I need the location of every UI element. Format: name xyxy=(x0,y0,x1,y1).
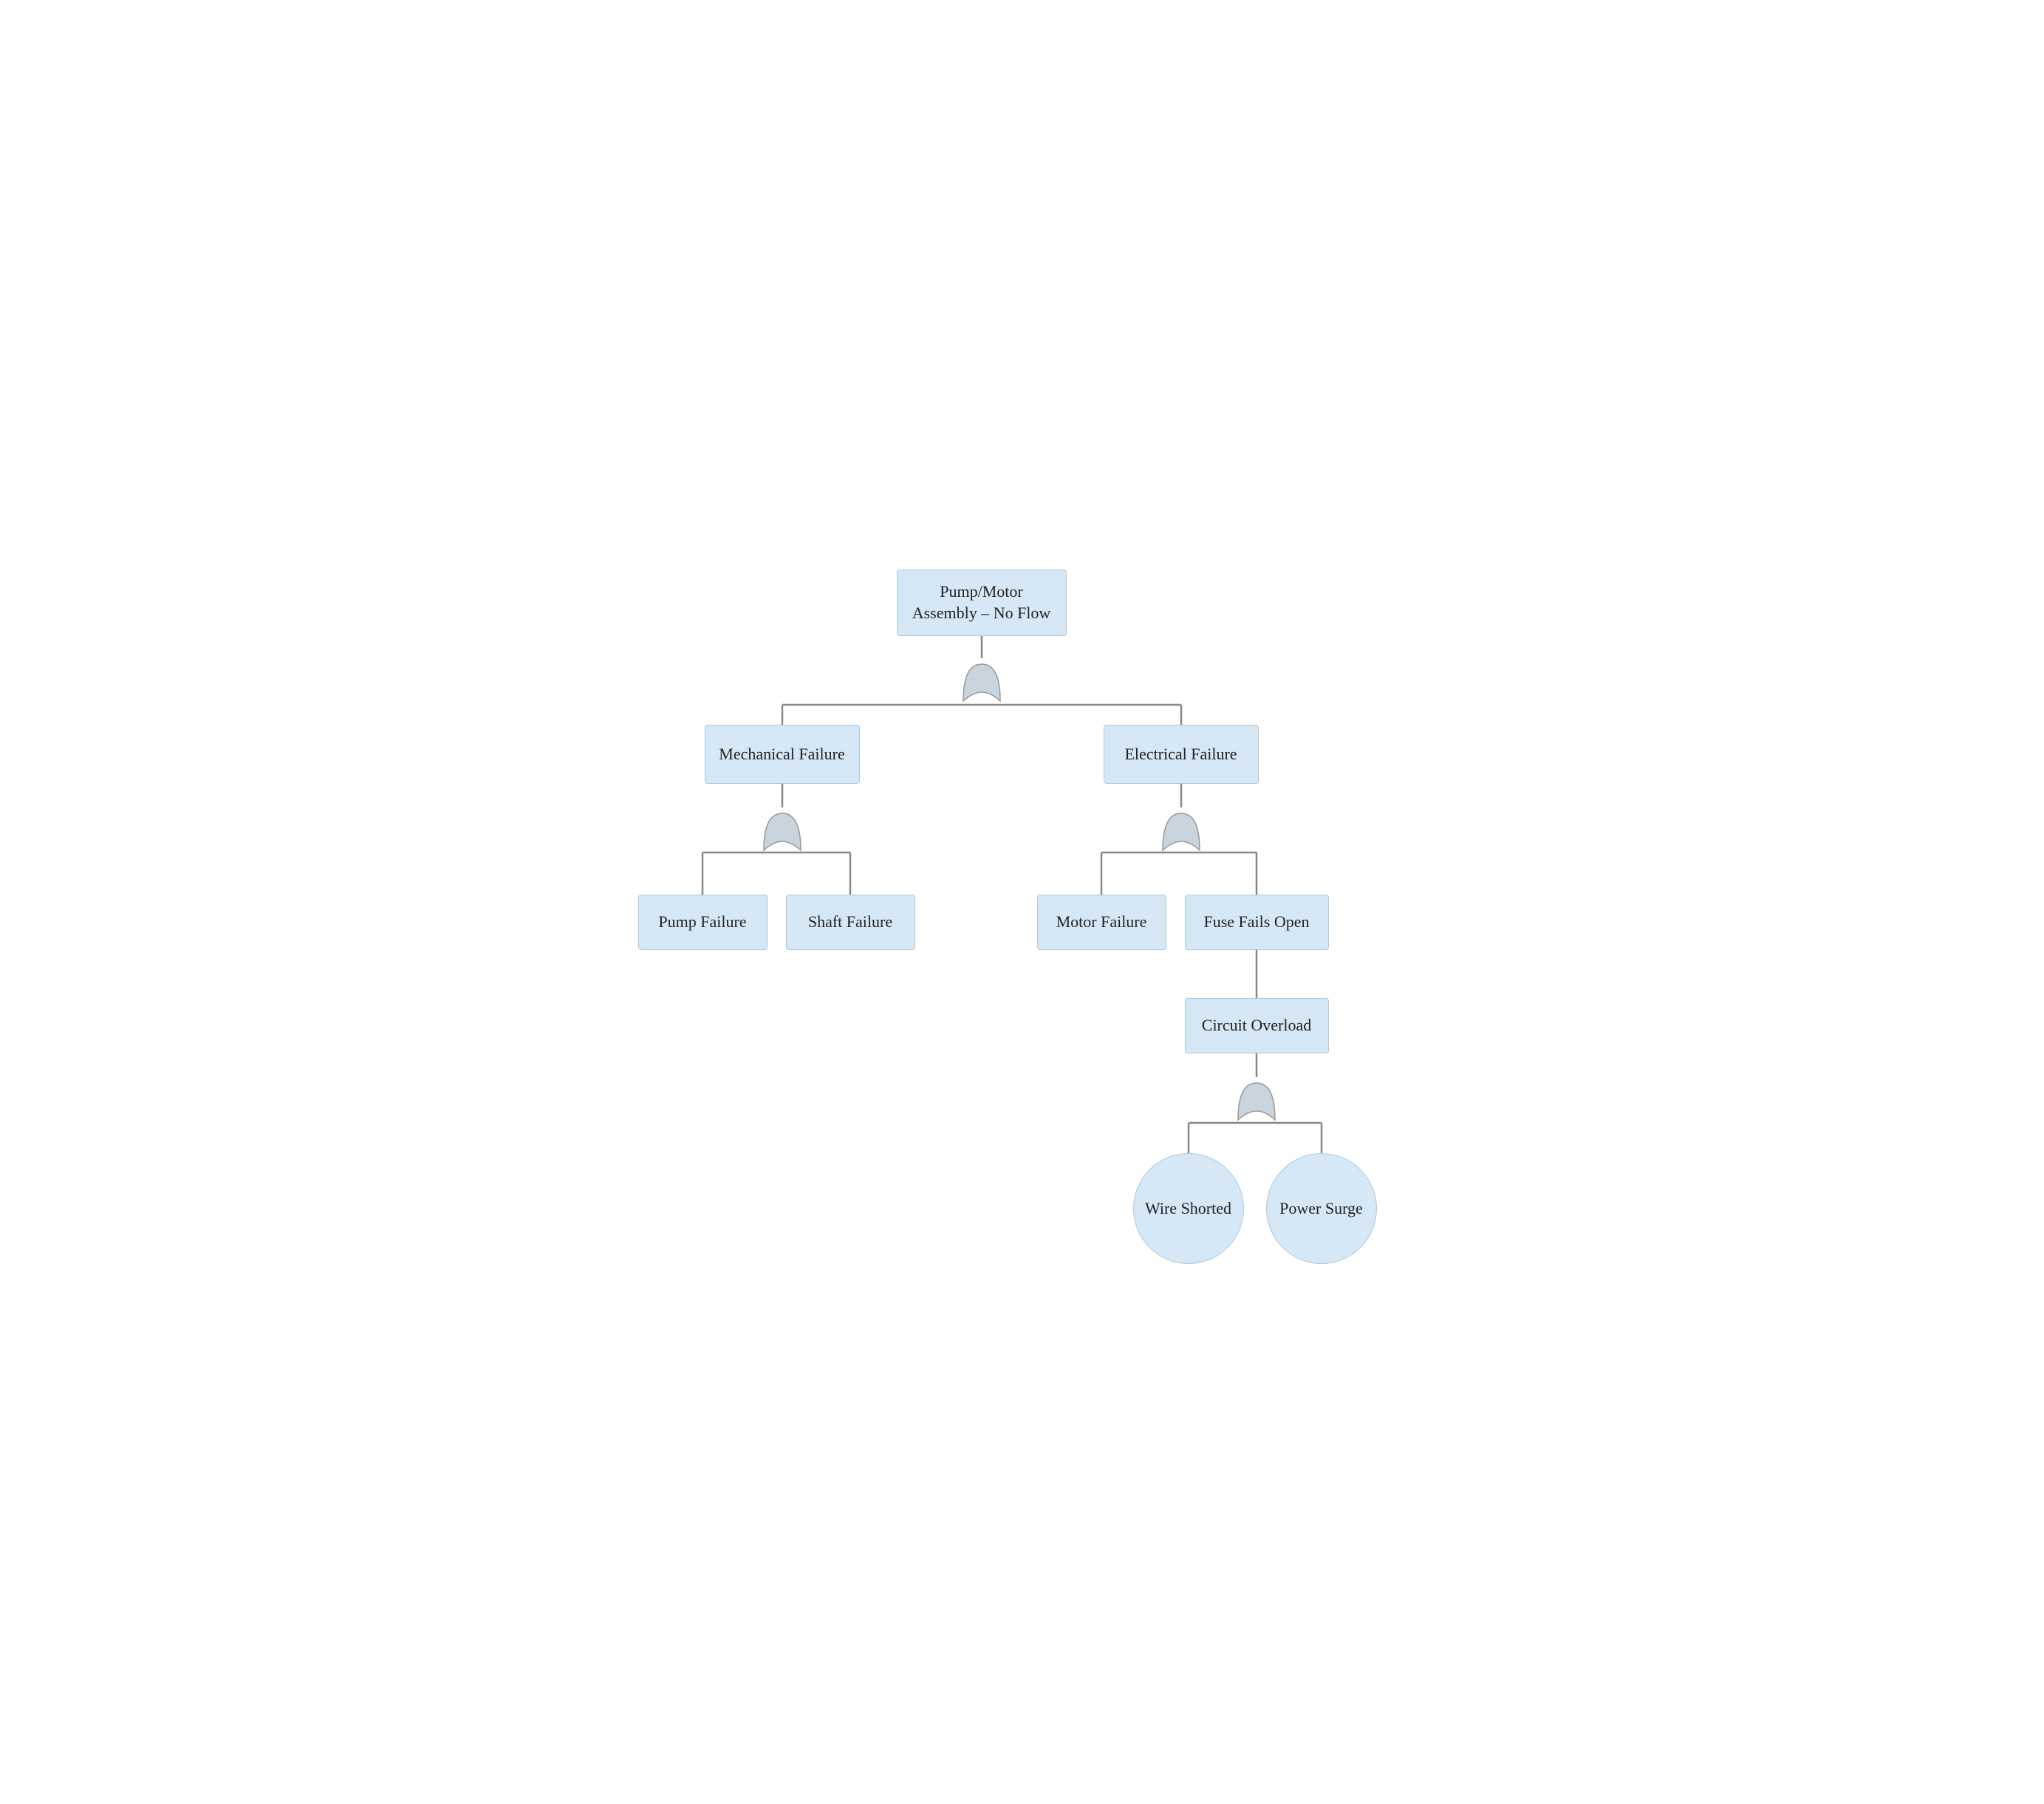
pump-failure-node: Pump Failure xyxy=(638,895,768,950)
electrical-failure-node: Electrical Failure xyxy=(1104,725,1259,784)
gate-circuit xyxy=(1231,1076,1282,1124)
mechanical-failure-node: Mechanical Failure xyxy=(705,725,860,784)
gate-root xyxy=(956,657,1008,705)
wire-shorted-node: Wire Shorted xyxy=(1133,1153,1244,1264)
fault-tree-diagram: Pump/Motor Assembly – No Flow Mechanical… xyxy=(616,547,1429,1257)
fuse-fails-open-node: Fuse Fails Open xyxy=(1185,895,1329,950)
gate-mechanical xyxy=(756,806,808,854)
motor-failure-node: Motor Failure xyxy=(1037,895,1166,950)
power-surge-node: Power Surge xyxy=(1266,1153,1377,1264)
root-node: Pump/Motor Assembly – No Flow xyxy=(897,570,1067,636)
gate-electrical xyxy=(1155,806,1207,854)
circuit-overload-node: Circuit Overload xyxy=(1185,998,1329,1053)
shaft-failure-node: Shaft Failure xyxy=(786,895,915,950)
